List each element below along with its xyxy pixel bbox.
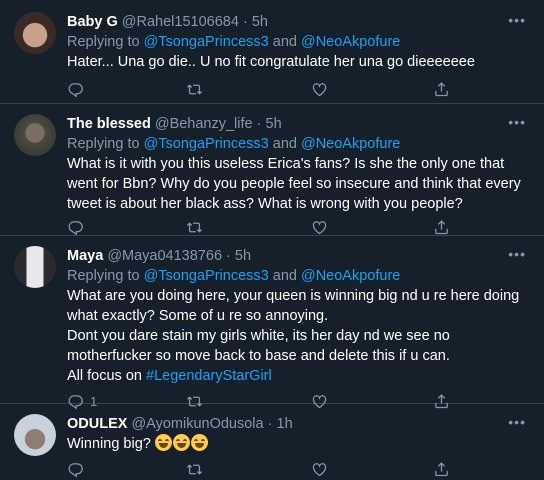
avatar[interactable] bbox=[14, 414, 56, 456]
reply-button[interactable] bbox=[67, 216, 90, 238]
replying-to: Replying to @TsongaPrincess3 and @NeoAkp… bbox=[67, 268, 401, 284]
like-button[interactable] bbox=[311, 78, 328, 100]
reply-icon bbox=[67, 81, 84, 98]
like-icon bbox=[311, 219, 328, 236]
retweet-button[interactable] bbox=[186, 216, 203, 238]
mention-link[interactable]: @TsongaPrincess3 bbox=[144, 268, 269, 284]
retweet-icon bbox=[186, 81, 203, 98]
tears-of-joy-emoji bbox=[154, 434, 172, 451]
retweet-icon bbox=[186, 219, 203, 236]
tweet-maya[interactable]: Maya @Maya04138766 · 5h Replying to @Tso… bbox=[0, 236, 544, 404]
more-options-icon[interactable]: ••• bbox=[508, 114, 526, 130]
share-icon bbox=[433, 81, 450, 98]
reply-icon bbox=[67, 461, 84, 478]
dot-separator: · bbox=[242, 14, 248, 30]
share-button[interactable] bbox=[433, 216, 450, 238]
timestamp[interactable]: 5h bbox=[252, 14, 268, 30]
tweet-text: What are you doing here, your queen is w… bbox=[67, 288, 520, 384]
reply-button[interactable] bbox=[67, 78, 90, 100]
tweet-odulex[interactable]: ODULEX @AyomikunOdusola · 1h Winning big… bbox=[0, 404, 544, 472]
hashtag-link[interactable]: #LegendaryStarGirl bbox=[146, 368, 272, 384]
share-icon bbox=[433, 219, 450, 236]
avatar[interactable] bbox=[14, 246, 56, 288]
mention-link[interactable]: @TsongaPrincess3 bbox=[144, 34, 269, 50]
timestamp[interactable]: 5h bbox=[266, 116, 282, 132]
tweet-text: Winning big? bbox=[67, 434, 524, 454]
mention-link[interactable]: @NeoAkpofure bbox=[301, 34, 400, 50]
username-handle[interactable]: @Behanzy_life bbox=[155, 116, 253, 132]
timestamp[interactable]: 5h bbox=[235, 248, 251, 264]
more-options-icon[interactable]: ••• bbox=[508, 12, 526, 28]
retweet-button[interactable] bbox=[186, 78, 203, 100]
avatar[interactable] bbox=[14, 12, 56, 54]
retweet-button[interactable] bbox=[186, 458, 203, 480]
mention-link[interactable]: @NeoAkpofure bbox=[301, 268, 400, 284]
timestamp[interactable]: 1h bbox=[277, 416, 293, 432]
tears-of-joy-emoji bbox=[172, 434, 190, 451]
tweet-actions bbox=[67, 216, 524, 238]
replying-to: Replying to @TsongaPrincess3 and @NeoAkp… bbox=[67, 34, 401, 50]
mention-link[interactable]: @NeoAkpofure bbox=[301, 136, 400, 152]
tweet-actions bbox=[67, 78, 524, 100]
share-button[interactable] bbox=[433, 458, 450, 480]
replying-to: Replying to @TsongaPrincess3 and @NeoAkp… bbox=[67, 136, 401, 152]
display-name[interactable]: ODULEX bbox=[67, 416, 127, 432]
more-options-icon[interactable]: ••• bbox=[508, 246, 526, 262]
share-icon bbox=[433, 461, 450, 478]
tweet-the-blessed[interactable]: The blessed @Behanzy_life · 5h Replying … bbox=[0, 104, 544, 236]
like-icon bbox=[311, 461, 328, 478]
more-options-icon[interactable]: ••• bbox=[508, 414, 526, 430]
avatar[interactable] bbox=[14, 114, 56, 156]
dot-separator: · bbox=[267, 416, 273, 432]
retweet-icon bbox=[186, 461, 203, 478]
tweet-text: What is it with you this useless Erica's… bbox=[67, 156, 521, 212]
reply-button[interactable] bbox=[67, 458, 90, 480]
tweet-actions bbox=[67, 458, 524, 480]
dot-separator: · bbox=[256, 116, 262, 132]
tweet-text: Hater... Una go die.. U no fit congratul… bbox=[67, 54, 475, 70]
share-button[interactable] bbox=[433, 78, 450, 100]
like-icon bbox=[311, 81, 328, 98]
username-handle[interactable]: @Maya04138766 bbox=[107, 248, 222, 264]
tears-of-joy-emoji bbox=[190, 434, 208, 451]
mention-link[interactable]: @TsongaPrincess3 bbox=[144, 136, 269, 152]
username-handle[interactable]: @AyomikunOdusola bbox=[131, 416, 263, 432]
reply-icon bbox=[67, 219, 84, 236]
dot-separator: · bbox=[226, 248, 231, 264]
like-button[interactable] bbox=[311, 458, 328, 480]
tweet-baby-g[interactable]: Baby G @Rahel15106684 · 5h Replying to @… bbox=[0, 0, 544, 104]
display-name[interactable]: Maya bbox=[67, 248, 103, 264]
username-handle[interactable]: @Rahel15106684 bbox=[122, 14, 239, 30]
display-name[interactable]: The blessed bbox=[67, 116, 151, 132]
like-button[interactable] bbox=[311, 216, 328, 238]
display-name[interactable]: Baby G bbox=[67, 14, 118, 30]
